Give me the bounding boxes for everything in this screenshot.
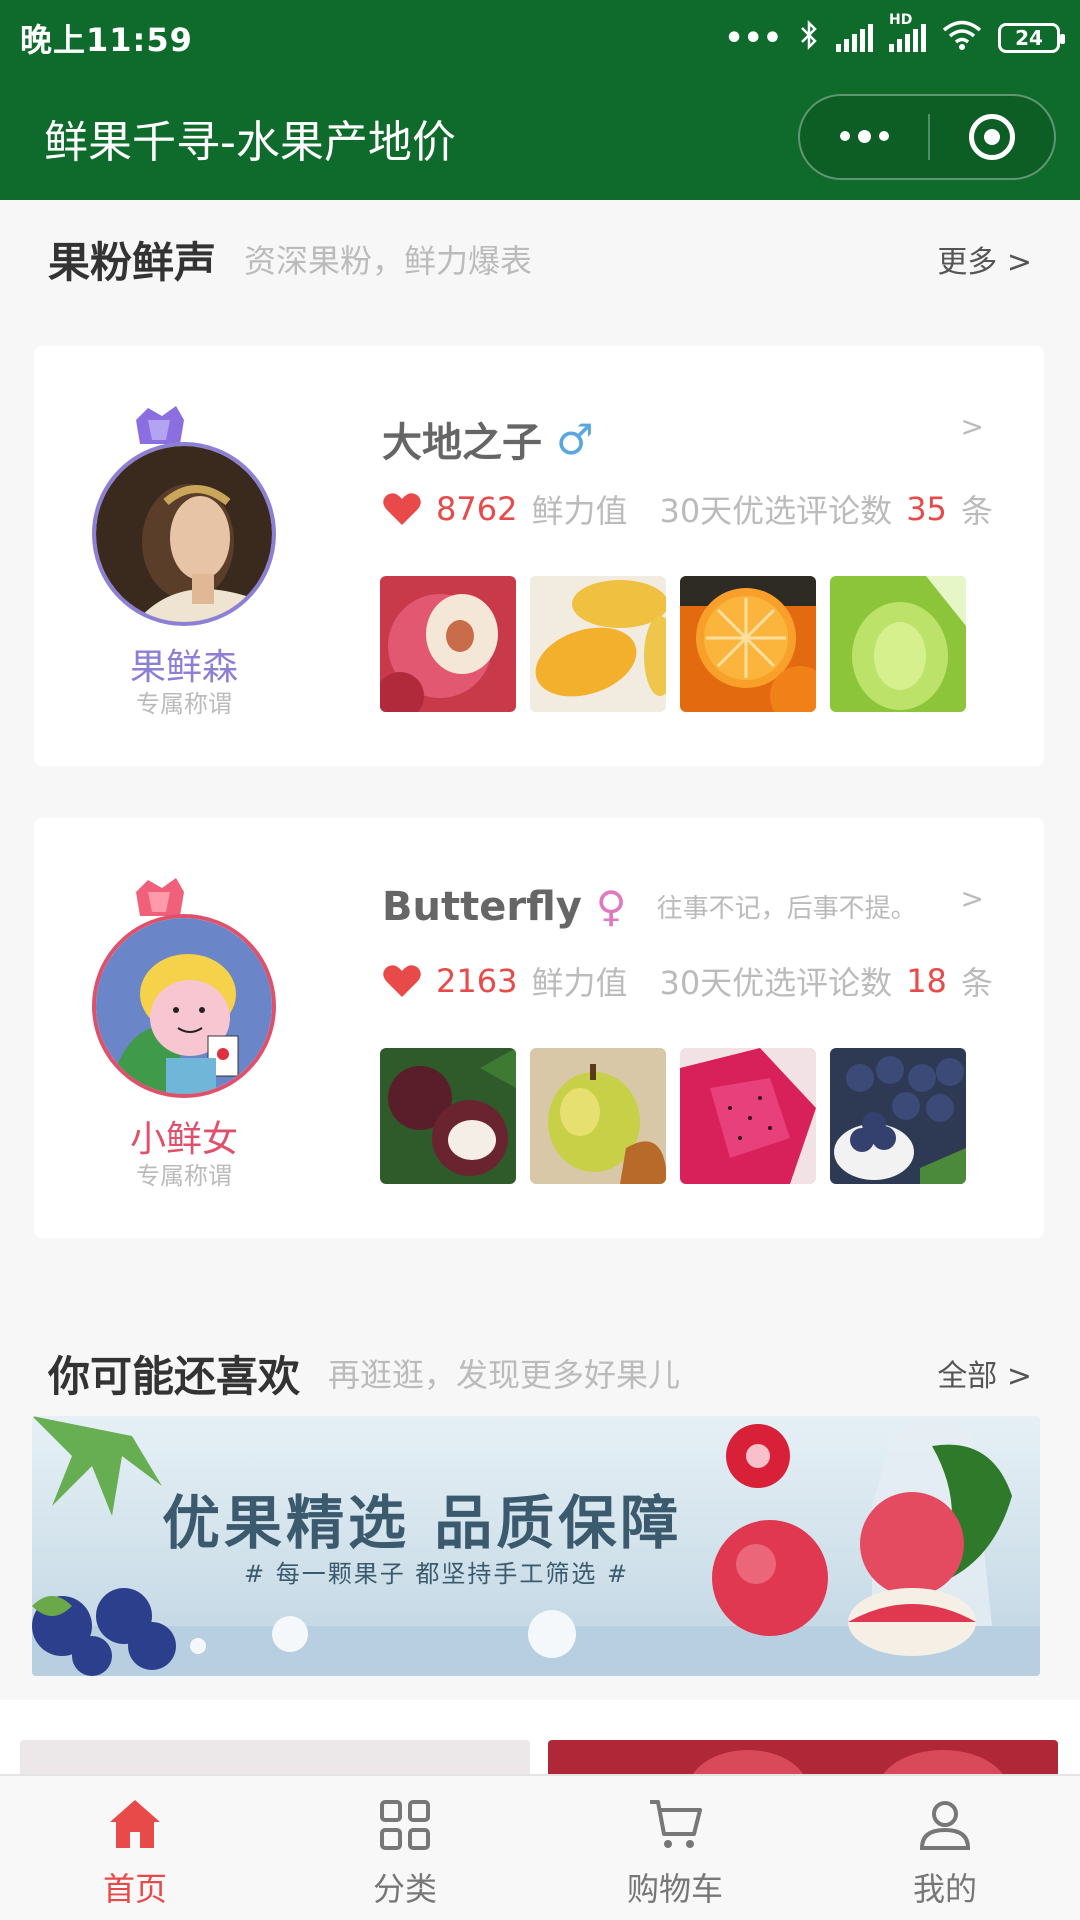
tab-category[interactable]: 分类 bbox=[270, 1776, 540, 1920]
tab-label: 首页 bbox=[102, 1870, 167, 1908]
grid-icon bbox=[380, 1800, 430, 1850]
user-nickname: 小鲜女 bbox=[129, 1119, 238, 1160]
more-link[interactable]: 更多 > bbox=[937, 237, 1032, 281]
miniprogram-capsule bbox=[798, 94, 1056, 180]
thumbnail-peach[interactable] bbox=[380, 576, 516, 712]
thumbnail-blueberry[interactable] bbox=[830, 1048, 966, 1184]
comments-label: 30天优选评论数 bbox=[659, 492, 893, 530]
tab-mine[interactable]: 我的 bbox=[810, 1776, 1080, 1920]
user-card[interactable]: 小鲜女 专属称谓 Butterfly ♀ 往事不记，后事不提。 > 2163 鲜… bbox=[34, 818, 1044, 1238]
thumbnail-pear[interactable] bbox=[530, 1048, 666, 1184]
comments-count: 18 bbox=[906, 962, 947, 1000]
product-grid bbox=[0, 1700, 1080, 1780]
promo-banner[interactable]: 优果精选 品质保障 # 每一颗果子 都坚持手工筛选 # bbox=[32, 1416, 1040, 1676]
chevron-right-icon[interactable]: > bbox=[961, 882, 984, 915]
thumbnail-orange[interactable] bbox=[680, 576, 816, 712]
fresh-power-value: 8762 bbox=[436, 490, 518, 528]
review-thumbnails bbox=[380, 1048, 966, 1184]
target-icon bbox=[969, 114, 1015, 160]
comments-label: 30天优选评论数 bbox=[659, 964, 893, 1002]
user-name: 大地之子 bbox=[382, 420, 542, 466]
section-header-recommend: 你可能还喜欢 再逛逛，发现更多好果儿 全部 > bbox=[0, 1328, 1080, 1418]
heart-icon bbox=[383, 965, 421, 997]
tab-cart[interactable]: 购物车 bbox=[540, 1776, 810, 1920]
thumbnail-dragonfruit[interactable] bbox=[680, 1048, 816, 1184]
section-subtitle: 资深果粉，鲜力爆表 bbox=[244, 242, 533, 280]
cell-signal-icon bbox=[836, 24, 873, 52]
user-icon bbox=[919, 1801, 971, 1850]
more-menu-button[interactable] bbox=[800, 130, 928, 143]
nickname-caption: 专属称谓 bbox=[136, 1162, 232, 1190]
chevron-right-icon[interactable]: > bbox=[961, 410, 984, 443]
cart-icon bbox=[650, 1800, 702, 1848]
status-icons: ••• HD 24 bbox=[724, 12, 1065, 58]
tab-label: 购物车 bbox=[626, 1870, 723, 1908]
section-subtitle: 再逛逛，发现更多好果儿 bbox=[328, 1356, 681, 1394]
user-signature: 往事不记，后事不提。 bbox=[656, 894, 917, 924]
thumbnail-melon[interactable] bbox=[830, 576, 966, 712]
avatar[interactable] bbox=[92, 914, 276, 1098]
bluetooth-icon bbox=[798, 19, 820, 58]
status-time: 晚上11:59 bbox=[20, 21, 193, 59]
thumbnail-mangosteen[interactable] bbox=[380, 1048, 516, 1184]
fresh-power-value: 2163 bbox=[436, 962, 518, 1000]
navigation-bar: 鲜果千寻-水果产地价 bbox=[0, 76, 1080, 200]
page-title: 鲜果千寻-水果产地价 bbox=[44, 117, 456, 168]
male-icon: ♂ bbox=[556, 414, 594, 464]
review-thumbnails bbox=[380, 576, 966, 712]
comments-unit: 条 bbox=[960, 964, 993, 1002]
user-stats: 8762 鲜力值 30天优选评论数 35 条 bbox=[382, 486, 993, 532]
thumbnail-mango[interactable] bbox=[530, 576, 666, 712]
user-name-row: 大地之子 ♂ bbox=[382, 410, 594, 468]
section-title: 果粉鲜声 bbox=[48, 237, 217, 287]
banner-title: 优果精选 品质保障 bbox=[162, 1489, 683, 1557]
hd-signal-icon: HD bbox=[889, 12, 926, 52]
fresh-power-label: 鲜力值 bbox=[531, 964, 628, 1002]
user-name-row: Butterfly ♀ 往事不记，后事不提。 bbox=[382, 882, 917, 931]
comments-count: 35 bbox=[906, 490, 947, 528]
tab-home[interactable]: 首页 bbox=[0, 1776, 270, 1920]
section-title: 你可能还喜欢 bbox=[48, 1351, 301, 1401]
close-miniprogram-button[interactable] bbox=[930, 114, 1054, 160]
more-signal-icon: ••• bbox=[724, 20, 782, 56]
section-header-fans: 果粉鲜声 资深果粉，鲜力爆表 更多 > bbox=[0, 214, 1080, 304]
fresh-power-label: 鲜力值 bbox=[531, 492, 628, 530]
user-name: Butterfly bbox=[382, 883, 582, 930]
nickname-caption: 专属称谓 bbox=[136, 690, 232, 718]
status-bar: 晚上11:59 ••• HD 24 bbox=[0, 0, 1080, 76]
user-stats: 2163 鲜力值 30天优选评论数 18 条 bbox=[382, 958, 993, 1004]
banner-subtitle: # 每一颗果子 都坚持手工筛选 # bbox=[244, 1560, 630, 1588]
home-icon bbox=[110, 1800, 160, 1848]
heart-icon bbox=[383, 493, 421, 525]
tab-label: 我的 bbox=[912, 1870, 977, 1908]
wifi-icon bbox=[942, 19, 982, 58]
tab-bar: 首页 分类 购物车 我的 bbox=[0, 1774, 1080, 1920]
tab-label: 分类 bbox=[372, 1870, 437, 1908]
battery-icon: 24 bbox=[998, 23, 1065, 53]
avatar[interactable] bbox=[92, 442, 276, 626]
user-nickname: 果鲜森 bbox=[129, 647, 238, 688]
user-card[interactable]: 果鲜森 专属称谓 大地之子 ♂ > 8762 鲜力值 30天优选评论数 35 条 bbox=[34, 346, 1044, 766]
all-link[interactable]: 全部 > bbox=[937, 1351, 1032, 1395]
comments-unit: 条 bbox=[960, 492, 993, 530]
female-icon: ♀ bbox=[595, 882, 627, 931]
